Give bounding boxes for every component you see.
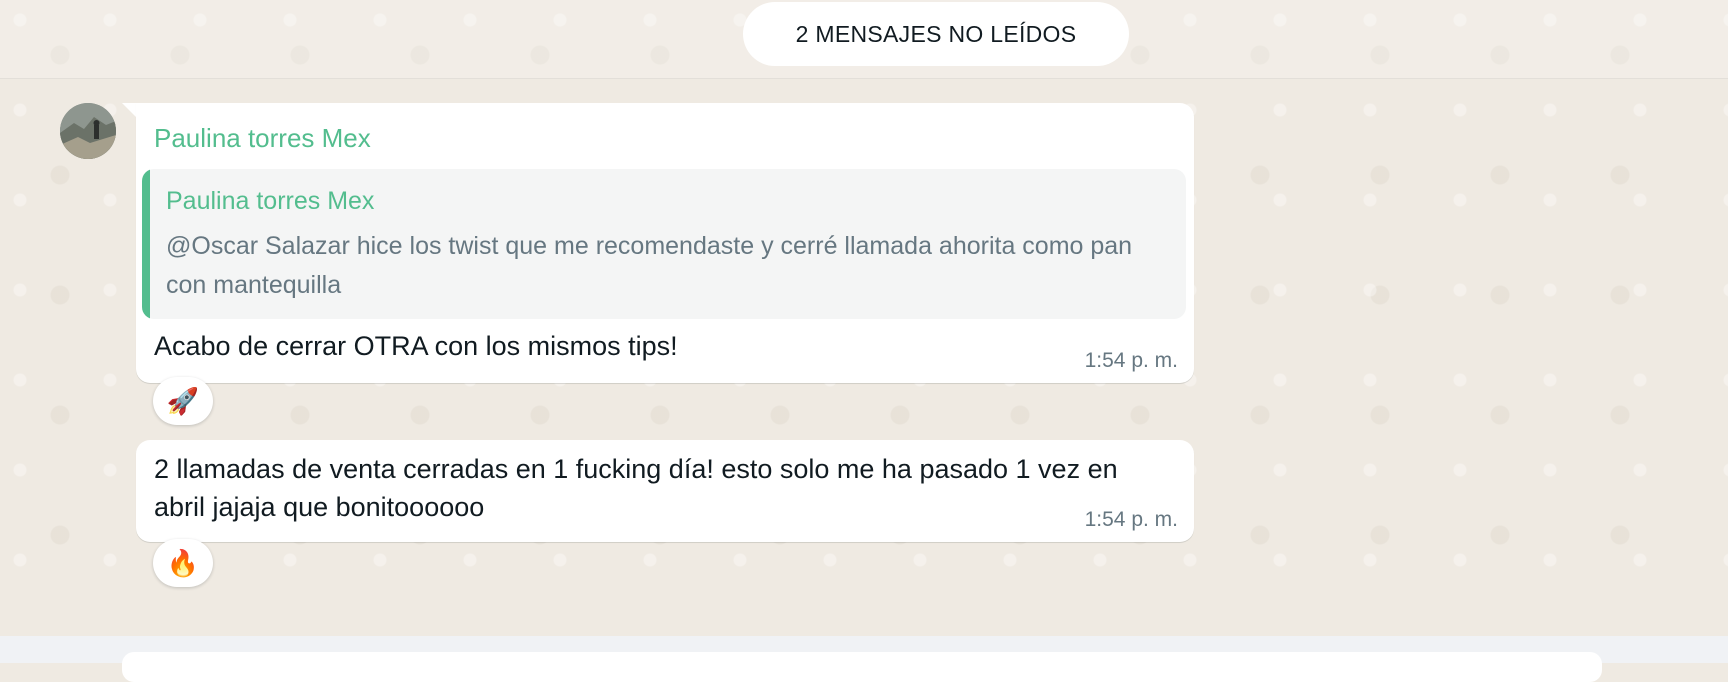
sender-avatar[interactable] — [60, 103, 116, 159]
quoted-text: @Oscar Salazar hice los twist que me rec… — [166, 232, 1133, 299]
message-bubble[interactable]: Paulina torres Mex Paulina torres Mex @O… — [136, 103, 1194, 383]
avatar-photo — [60, 103, 116, 159]
message-bubble[interactable]: 2 llamadas de venta cerradas en 1 fuckin… — [136, 440, 1194, 542]
reaction-badge[interactable]: 🚀 — [153, 377, 213, 425]
unread-divider: 2 MENSAJES NO LEÍDOS — [0, 0, 1728, 79]
quoted-message[interactable]: Paulina torres Mex @Oscar Salazar hice l… — [142, 169, 1186, 319]
message-timestamp: 1:54 p. m. — [1084, 349, 1178, 372]
quoted-author: Paulina torres Mex — [166, 187, 375, 215]
fire-reaction-icon: 🔥 — [166, 547, 200, 578]
unread-messages-label: 2 MENSAJES NO LEÍDOS — [795, 20, 1077, 47]
unread-messages-banner: 2 MENSAJES NO LEÍDOS — [743, 2, 1129, 66]
message-timestamp: 1:54 p. m. — [1084, 508, 1178, 531]
message-text: Acabo de cerrar OTRA con los mismos tips… — [154, 331, 678, 361]
rocket-reaction-icon: 🚀 — [166, 385, 200, 416]
reaction-badge[interactable]: 🔥 — [153, 539, 213, 587]
sender-name[interactable]: Paulina torres Mex — [154, 123, 371, 154]
quote-accent-bar — [142, 169, 150, 319]
message-input[interactable] — [122, 652, 1602, 682]
message-text: 2 llamadas de venta cerradas en 1 fuckin… — [154, 454, 1118, 522]
